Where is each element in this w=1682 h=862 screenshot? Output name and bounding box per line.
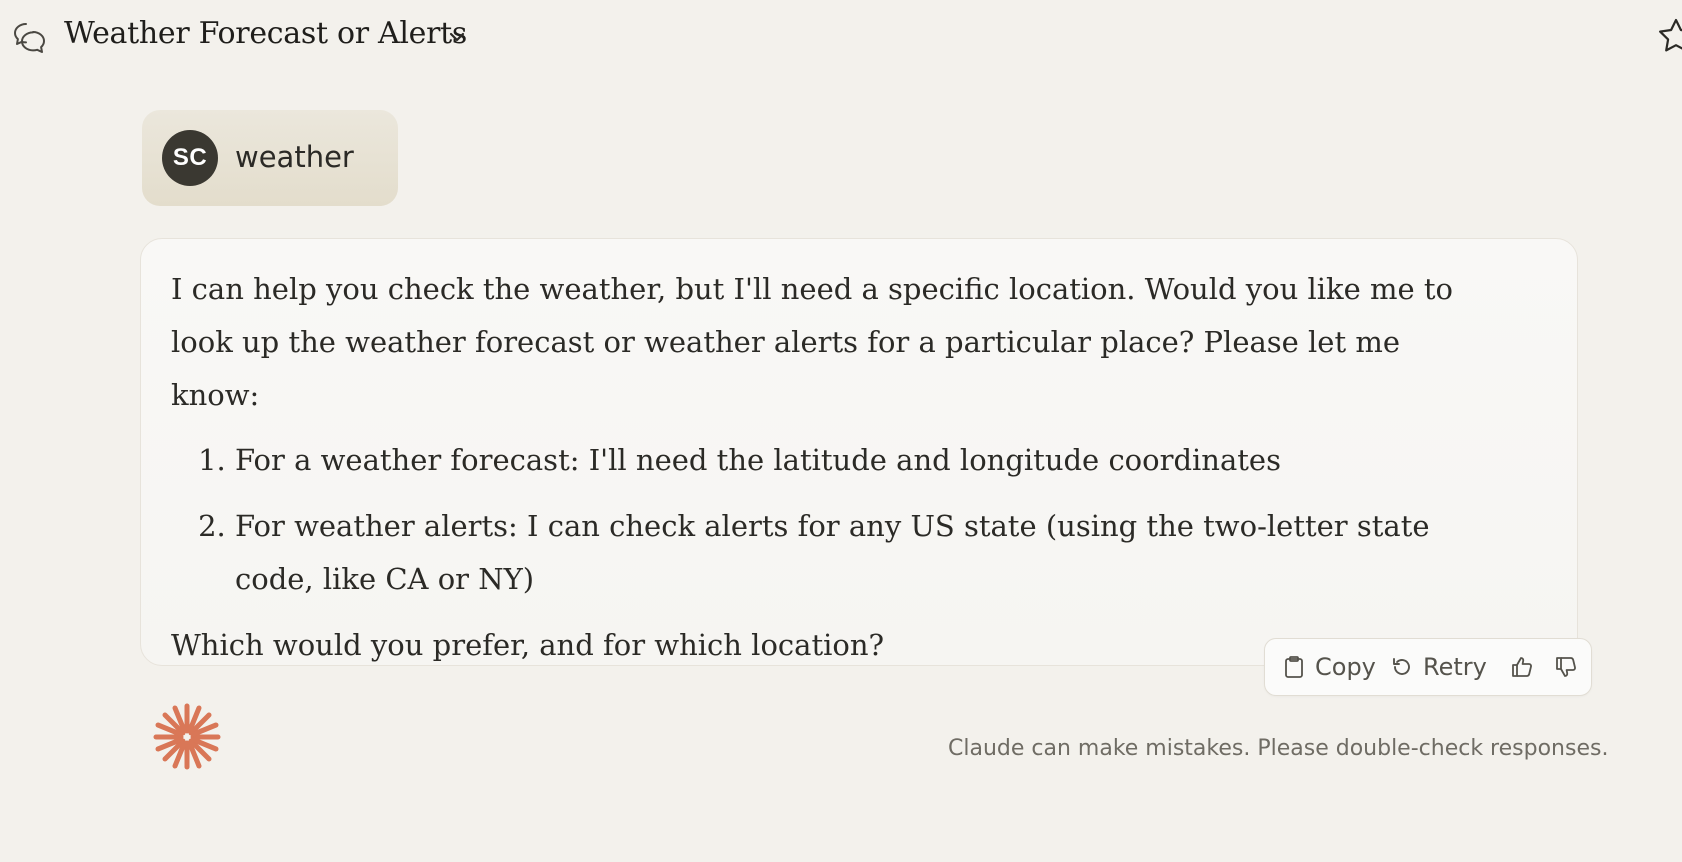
copy-button[interactable]: Copy [1283,639,1376,695]
title-dropdown[interactable]: Weather Forecast or Alerts [60,12,480,62]
thumbs-up-icon [1512,657,1532,677]
list-item: For a weather forecast: I'll need the la… [235,434,1471,487]
list-item: For weather alerts: I can check alerts f… [235,500,1471,606]
clipboard-icon [1285,656,1303,678]
user-message: SC weather [142,110,398,206]
retry-label: Retry [1423,653,1487,681]
star-icon[interactable] [1656,16,1682,56]
assistant-message: I can help you check the weather, but I'… [140,238,1578,666]
avatar[interactable]: SC [162,130,218,186]
disclaimer-text: Claude can make mistakes. Please double-… [948,736,1609,761]
page-title: Weather Forecast or Alerts [64,16,467,51]
chat-header: Weather Forecast or Alerts [0,0,1682,76]
assistant-message-body: I can help you check the weather, but I'… [171,263,1471,672]
retry-button[interactable]: Retry [1391,639,1487,695]
thumbs-down-button[interactable] [1551,639,1581,695]
chevron-down-icon[interactable] [446,26,468,48]
assistant-intro: I can help you check the weather, but I'… [171,272,1454,412]
user-message-text: weather [235,140,354,174]
chat-bubbles-icon[interactable] [12,20,48,56]
retry-icon [1393,658,1410,675]
claude-logo-icon [153,703,221,770]
thumbs-up-button[interactable] [1507,639,1537,695]
options-list: For a weather forecast: I'll need the la… [171,434,1471,606]
copy-label: Copy [1315,653,1376,681]
message-actions: Copy Retry [1264,638,1592,696]
thumbs-down-icon [1556,657,1576,677]
